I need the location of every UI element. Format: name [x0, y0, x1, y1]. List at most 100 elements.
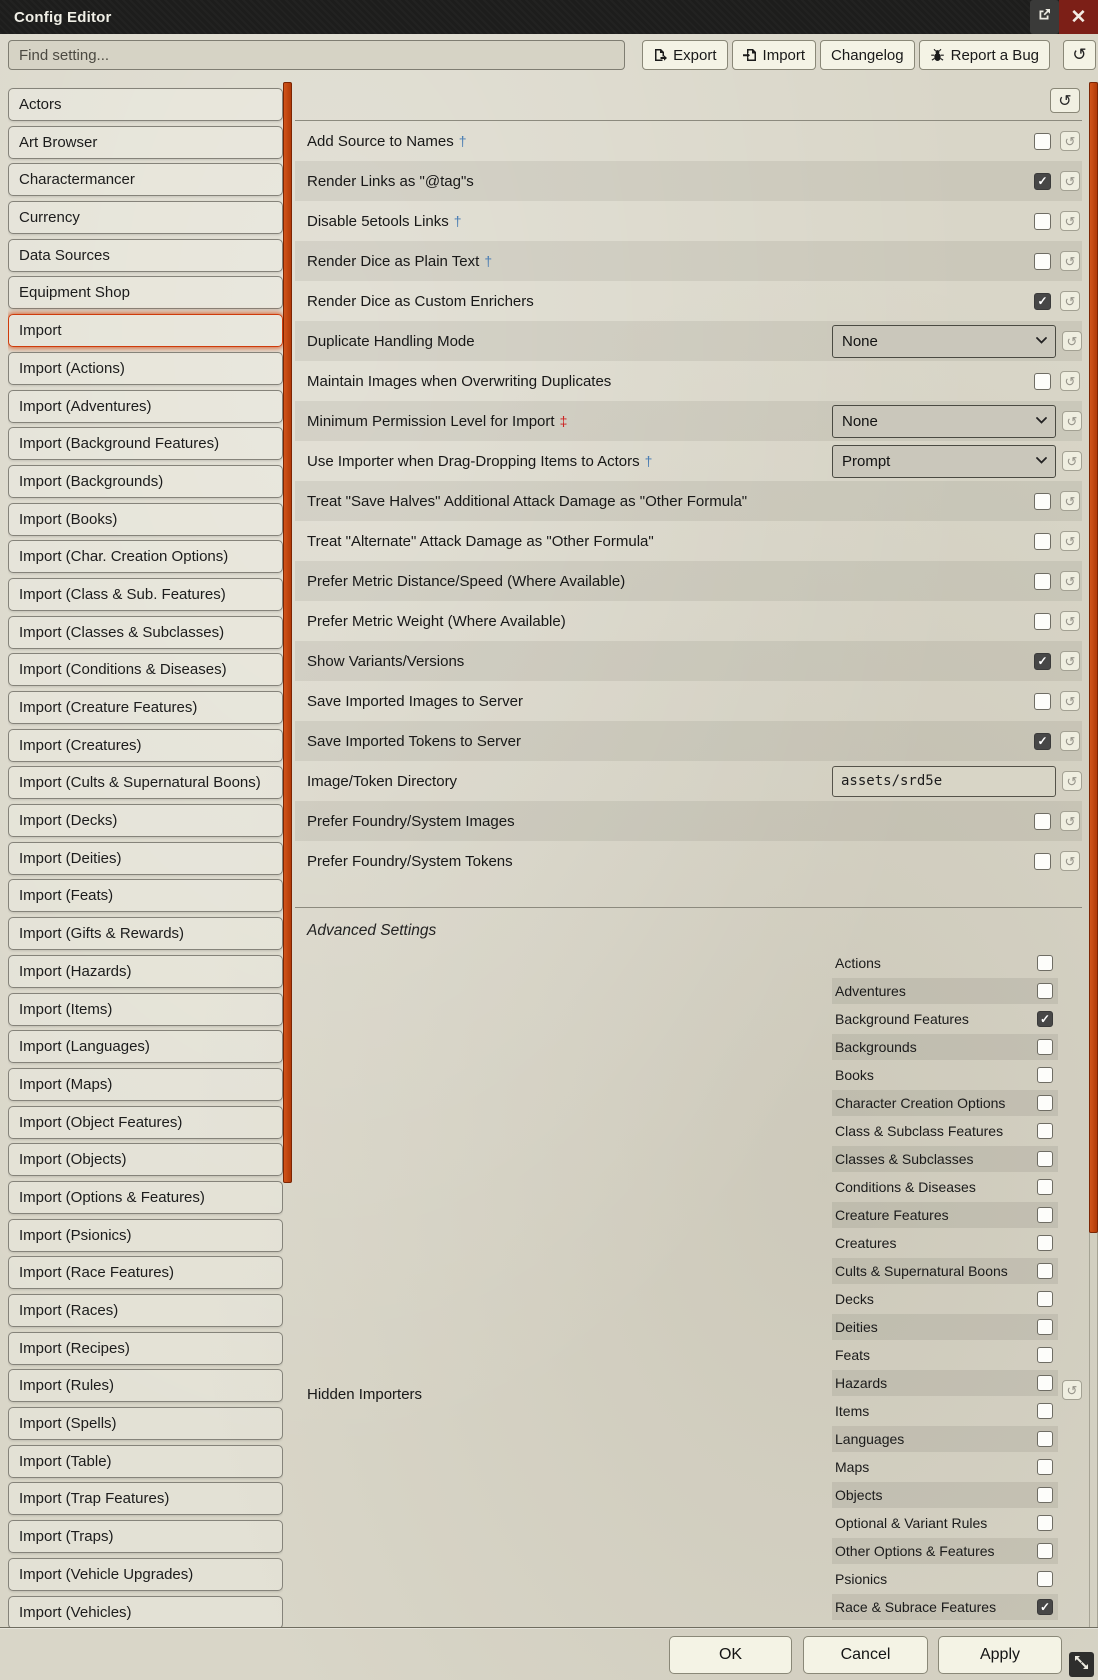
- row-reset-button[interactable]: ↺: [1060, 611, 1080, 631]
- setting-checkbox[interactable]: [1034, 293, 1051, 310]
- cancel-button[interactable]: Cancel: [803, 1636, 928, 1674]
- hidden-importer-checkbox[interactable]: [1037, 1599, 1053, 1615]
- sidebar-item[interactable]: Art Browser: [8, 126, 283, 159]
- sidebar-item[interactable]: Import (Psionics): [8, 1219, 283, 1252]
- main-scrollbar-track[interactable]: [1089, 82, 1098, 1627]
- hidden-importer-checkbox[interactable]: [1037, 1123, 1053, 1139]
- export-button[interactable]: Export: [642, 40, 727, 70]
- hidden-importer-checkbox[interactable]: [1037, 1571, 1053, 1587]
- sidebar-item[interactable]: Import (Char. Creation Options): [8, 540, 283, 573]
- hidden-importer-checkbox[interactable]: [1037, 1207, 1053, 1223]
- row-reset-button[interactable]: ↺: [1060, 571, 1080, 591]
- row-reset-button[interactable]: ↺: [1060, 291, 1080, 311]
- setting-checkbox[interactable]: [1034, 253, 1051, 270]
- row-reset-button[interactable]: ↺: [1062, 331, 1082, 351]
- sidebar-item[interactable]: Import (Hazards): [8, 955, 283, 988]
- sidebar-item[interactable]: Import (Creatures): [8, 729, 283, 762]
- hidden-importer-checkbox[interactable]: [1037, 1487, 1053, 1503]
- setting-select[interactable]: None: [832, 325, 1056, 358]
- sidebar-item[interactable]: Import (Race Features): [8, 1256, 283, 1289]
- hidden-importer-checkbox[interactable]: [1037, 1235, 1053, 1251]
- hidden-importer-checkbox[interactable]: [1037, 1319, 1053, 1335]
- row-reset-button[interactable]: ↺: [1060, 211, 1080, 231]
- hidden-importer-checkbox[interactable]: [1037, 1291, 1053, 1307]
- setting-checkbox[interactable]: [1034, 733, 1051, 750]
- setting-checkbox[interactable]: [1034, 693, 1051, 710]
- hidden-importer-checkbox[interactable]: [1037, 1067, 1053, 1083]
- row-reset-button[interactable]: ↺: [1062, 771, 1082, 791]
- sidebar-item[interactable]: Import (Decks): [8, 804, 283, 837]
- report-bug-button[interactable]: Report a Bug: [919, 40, 1050, 70]
- apply-button[interactable]: Apply: [938, 1636, 1062, 1674]
- sidebar-item[interactable]: Import (Items): [8, 993, 283, 1026]
- resize-handle[interactable]: [1069, 1652, 1094, 1677]
- hidden-importer-checkbox[interactable]: [1037, 1151, 1053, 1167]
- toolbar-reset-button[interactable]: ↺: [1063, 40, 1096, 70]
- sidebar-item[interactable]: Import: [8, 314, 283, 347]
- import-button[interactable]: Import: [732, 40, 817, 70]
- setting-checkbox[interactable]: [1034, 173, 1051, 190]
- row-reset-button[interactable]: ↺: [1060, 531, 1080, 551]
- section-reset-button[interactable]: ↺: [1050, 88, 1080, 113]
- hidden-importer-checkbox[interactable]: [1037, 1011, 1053, 1027]
- setting-checkbox[interactable]: [1034, 373, 1051, 390]
- hidden-importer-checkbox[interactable]: [1037, 1459, 1053, 1475]
- hidden-importer-checkbox[interactable]: [1037, 1431, 1053, 1447]
- row-reset-button[interactable]: ↺: [1060, 371, 1080, 391]
- sidebar-item[interactable]: Import (Traps): [8, 1520, 283, 1553]
- sidebar-item[interactable]: Import (Recipes): [8, 1332, 283, 1365]
- sidebar-item[interactable]: Import (Gifts & Rewards): [8, 917, 283, 950]
- hidden-importer-checkbox[interactable]: [1037, 1543, 1053, 1559]
- sidebar-item[interactable]: Import (Table): [8, 1445, 283, 1478]
- sidebar-item[interactable]: Import (Creature Features): [8, 691, 283, 724]
- row-reset-button[interactable]: ↺: [1062, 451, 1082, 471]
- hidden-importer-checkbox[interactable]: [1037, 1039, 1053, 1055]
- sidebar-item[interactable]: Import (Object Features): [8, 1106, 283, 1139]
- setting-text-input[interactable]: [832, 766, 1056, 797]
- setting-checkbox[interactable]: [1034, 213, 1051, 230]
- row-reset-button[interactable]: ↺: [1060, 131, 1080, 151]
- sidebar-item[interactable]: Actors: [8, 88, 283, 121]
- sidebar-item[interactable]: Import (Languages): [8, 1030, 283, 1063]
- main-scrollbar-thumb[interactable]: [1089, 82, 1098, 1233]
- hidden-importer-checkbox[interactable]: [1037, 955, 1053, 971]
- sidebar-item[interactable]: Import (Classes & Subclasses): [8, 616, 283, 649]
- hidden-importers-reset-button[interactable]: ↺: [1062, 1380, 1082, 1400]
- hidden-importer-checkbox[interactable]: [1037, 1403, 1053, 1419]
- sidebar-item[interactable]: Data Sources: [8, 239, 283, 272]
- sidebar-item[interactable]: Import (Actions): [8, 352, 283, 385]
- row-reset-button[interactable]: ↺: [1060, 691, 1080, 711]
- setting-checkbox[interactable]: [1034, 653, 1051, 670]
- setting-select[interactable]: None: [832, 405, 1056, 438]
- sidebar-item[interactable]: Import (Deities): [8, 842, 283, 875]
- hidden-importer-checkbox[interactable]: [1037, 1515, 1053, 1531]
- sidebar-item[interactable]: Import (Races): [8, 1294, 283, 1327]
- hidden-importer-checkbox[interactable]: [1037, 1263, 1053, 1279]
- setting-select[interactable]: Prompt: [832, 445, 1056, 478]
- sidebar-item[interactable]: Import (Adventures): [8, 390, 283, 423]
- setting-checkbox[interactable]: [1034, 133, 1051, 150]
- hidden-importer-checkbox[interactable]: [1037, 1347, 1053, 1363]
- setting-checkbox[interactable]: [1034, 533, 1051, 550]
- hidden-importer-checkbox[interactable]: [1037, 1095, 1053, 1111]
- row-reset-button[interactable]: ↺: [1062, 411, 1082, 431]
- hidden-importer-checkbox[interactable]: [1037, 983, 1053, 999]
- setting-checkbox[interactable]: [1034, 813, 1051, 830]
- sidebar-item[interactable]: Import (Vehicles): [8, 1596, 283, 1628]
- sidebar-item[interactable]: Import (Rules): [8, 1369, 283, 1402]
- hidden-importer-checkbox[interactable]: [1037, 1375, 1053, 1391]
- hidden-importer-checkbox[interactable]: [1037, 1179, 1053, 1195]
- close-button[interactable]: ✕: [1059, 0, 1098, 34]
- row-reset-button[interactable]: ↺: [1060, 811, 1080, 831]
- sidebar-item[interactable]: Import (Background Features): [8, 427, 283, 460]
- sidebar-item[interactable]: Import (Objects): [8, 1143, 283, 1176]
- sidebar-item[interactable]: Equipment Shop: [8, 276, 283, 309]
- sidebar-item[interactable]: Import (Vehicle Upgrades): [8, 1558, 283, 1591]
- sidebar-scrollbar-thumb[interactable]: [283, 82, 292, 1183]
- row-reset-button[interactable]: ↺: [1060, 251, 1080, 271]
- sidebar-item[interactable]: Charactermancer: [8, 163, 283, 196]
- row-reset-button[interactable]: ↺: [1060, 731, 1080, 751]
- row-reset-button[interactable]: ↺: [1060, 171, 1080, 191]
- sidebar-item[interactable]: Import (Feats): [8, 879, 283, 912]
- popup-button[interactable]: [1030, 0, 1059, 34]
